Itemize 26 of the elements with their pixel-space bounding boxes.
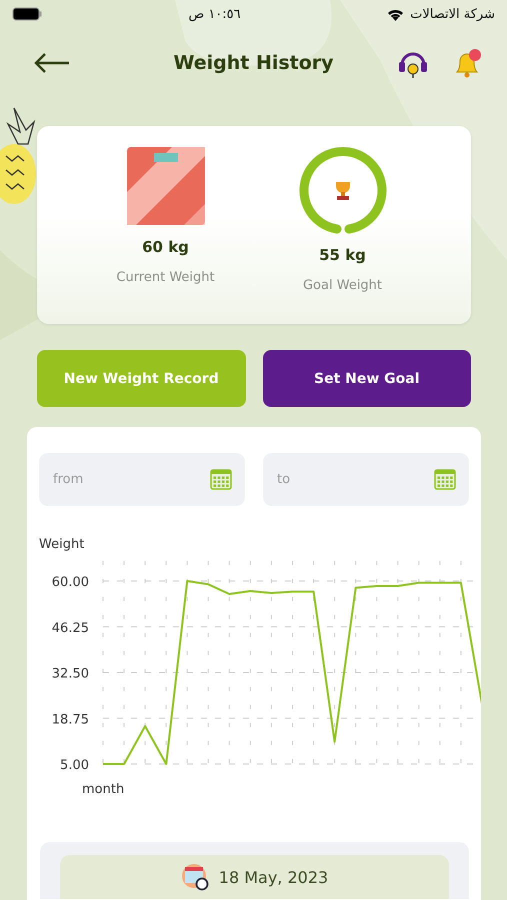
calendar-icon[interactable] xyxy=(433,467,457,491)
bathroom-scale-icon xyxy=(126,146,206,226)
axis-label: 46.25 xyxy=(52,620,89,636)
axis-label: 32.50 xyxy=(52,666,89,682)
set-goal-button[interactable]: Set New Goal xyxy=(262,350,471,407)
calendar-icon[interactable] xyxy=(209,467,233,491)
weight-label: Goal Weight xyxy=(302,278,382,293)
wifi-icon xyxy=(387,8,404,20)
clock-time: ١٠:٥٦ ص xyxy=(188,6,241,22)
axis-label: 5.00 xyxy=(60,758,89,773)
date-field[interactable]: to xyxy=(263,453,469,506)
weight-value: 55 kg xyxy=(319,246,366,264)
weight-value: 60 kg xyxy=(142,238,189,256)
back-arrow-icon[interactable] xyxy=(34,53,70,73)
axis-label: 18.75 xyxy=(52,712,89,728)
trophy-ring-icon xyxy=(298,146,386,234)
carrier-name: شركة الاتصالات xyxy=(410,6,495,22)
date-field[interactable]: from xyxy=(39,453,245,506)
axis-label: 60.00 xyxy=(52,575,89,590)
page-title: Weight History xyxy=(172,52,335,74)
battery-icon xyxy=(12,7,42,21)
entry-date: 18 May, 2023 xyxy=(218,868,328,886)
axis-title: month xyxy=(82,782,124,797)
calendar-clock-icon xyxy=(180,863,209,891)
axis-title: Weight xyxy=(39,537,84,552)
weight-label: Current Weight xyxy=(116,270,215,285)
